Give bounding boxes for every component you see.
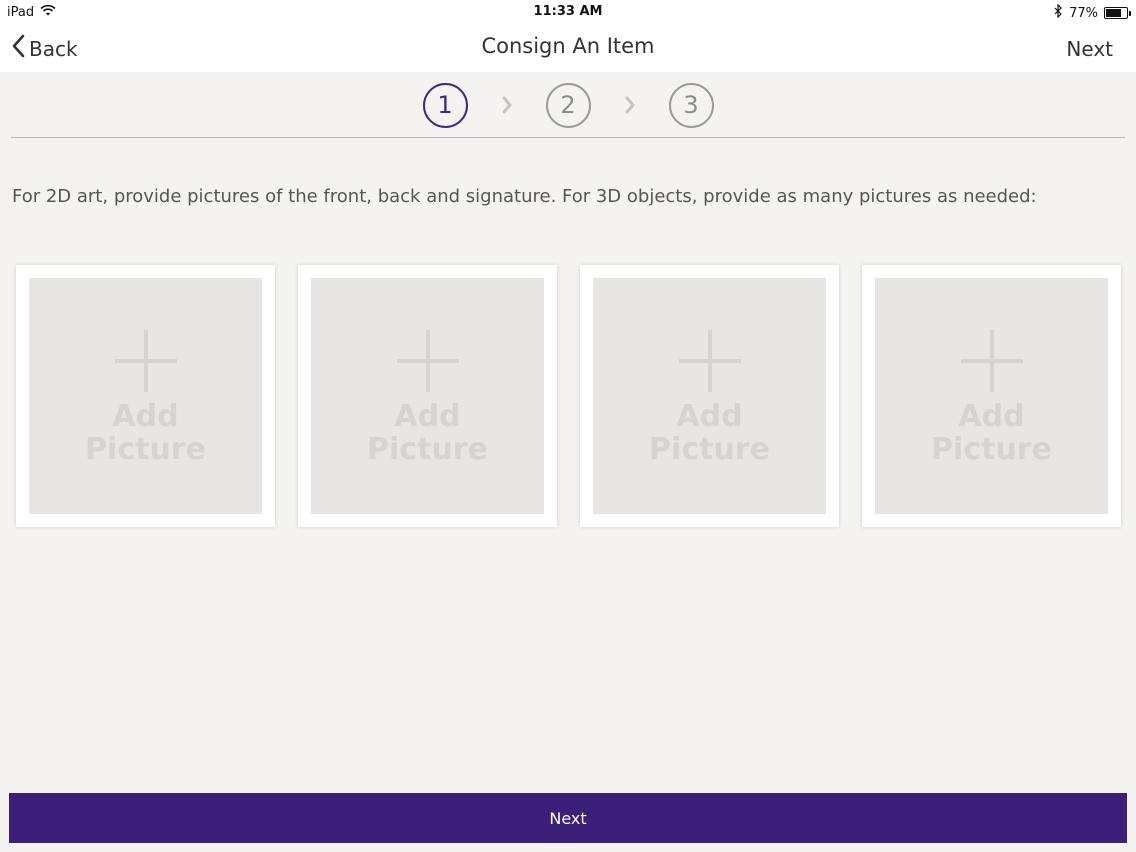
add-picture-slot-1[interactable]: Add Picture bbox=[16, 265, 275, 527]
add-picture-label: Add Picture bbox=[649, 399, 770, 467]
step-1: 1 bbox=[422, 82, 468, 128]
add-picture-slot-2[interactable]: Add Picture bbox=[298, 265, 557, 527]
chevron-right-icon bbox=[591, 95, 669, 115]
status-bar: iPad 11:33 AM 77% bbox=[0, 0, 1136, 22]
picture-placeholder: Add Picture bbox=[29, 278, 262, 514]
picture-placeholder: Add Picture bbox=[875, 278, 1108, 514]
page-title: Consign An Item bbox=[481, 34, 655, 58]
status-right: 77% bbox=[1054, 3, 1131, 22]
step-indicator: 1 2 3 bbox=[0, 82, 1136, 128]
nav-next-button[interactable]: Next bbox=[1066, 37, 1113, 61]
picture-placeholder: Add Picture bbox=[593, 278, 826, 514]
status-time: 11:33 AM bbox=[533, 4, 603, 19]
plus-icon bbox=[396, 330, 459, 392]
add-picture-label: Add Picture bbox=[367, 399, 488, 467]
picture-placeholder: Add Picture bbox=[311, 278, 544, 514]
divider bbox=[11, 137, 1125, 138]
step-3: 3 bbox=[668, 82, 714, 128]
add-picture-slot-3[interactable]: Add Picture bbox=[580, 265, 839, 527]
battery-icon bbox=[1104, 7, 1131, 19]
next-button[interactable]: Next bbox=[9, 793, 1127, 843]
add-picture-label: Add Picture bbox=[931, 399, 1052, 467]
add-picture-slot-4[interactable]: Add Picture bbox=[862, 265, 1121, 527]
battery-percent: 77% bbox=[1069, 5, 1098, 21]
plus-icon bbox=[114, 330, 177, 392]
plus-icon bbox=[960, 330, 1023, 392]
battery-fill bbox=[1106, 9, 1122, 17]
plus-icon bbox=[678, 330, 741, 392]
step-2: 2 bbox=[545, 82, 591, 128]
bluetooth-icon bbox=[1054, 3, 1063, 22]
chevron-right-icon bbox=[468, 95, 546, 115]
add-picture-label: Add Picture bbox=[85, 399, 206, 467]
nav-bar: Back Consign An Item Next bbox=[0, 22, 1136, 72]
instructions-text: For 2D art, provide pictures of the fron… bbox=[12, 186, 1037, 207]
